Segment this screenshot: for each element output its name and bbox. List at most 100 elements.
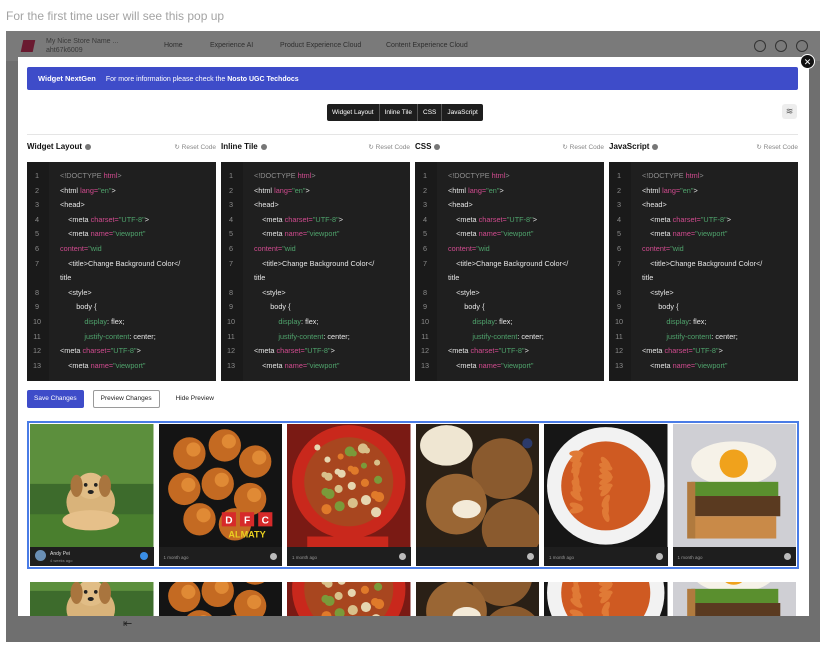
info-icon[interactable] [260,143,267,150]
tab-widget-layout[interactable]: Widget Layout [327,104,380,121]
code-editor[interactable]: 1 <!DOCTYPE html> 2 <html lang="en"> 3 <head>… [221,162,410,381]
code-token: <style> [60,287,92,297]
code-token: title [254,273,266,283]
line-number: 3 [616,200,622,210]
code-token: name= [284,360,308,370]
code-token: lang= [662,185,681,195]
code-editor[interactable]: 1 <!DOCTYPE html> 2 <html lang="en"> 3 <head>… [27,162,216,381]
nav-experience-ai[interactable]: Experience AI [210,42,253,49]
preview-tile[interactable]: D F C ALMATY 1 month ago [158,424,282,566]
code-token: title [60,273,72,283]
preview-tile[interactable] [544,582,668,616]
code-token: "wid [670,244,684,253]
svg-text:F: F [243,515,249,526]
reset-code-button[interactable]: ↻ Reset Code [368,143,410,151]
code-text: display: flex; [254,314,318,329]
code-token: <meta [254,346,277,356]
preview-tile[interactable]: Andy Pei 4 weeks ago [30,424,154,566]
preview-tile[interactable] [287,582,411,616]
tile-image: DFCALMATY [158,582,282,616]
line-number: 13 [614,360,624,370]
preview-tile[interactable] [415,582,539,616]
save-changes-button[interactable]: Save Changes [27,390,84,408]
nav-home[interactable]: Home [164,42,183,49]
code-token: : flex; [301,317,319,326]
reset-icon: ↻ [174,144,182,151]
svg-text:ALMATY: ALMATY [228,530,265,540]
line-number: 11 [227,331,235,341]
store-switcher[interactable]: My Nice Store Name ... aht67k6009 [46,37,118,55]
reset-icon: ↻ [562,144,570,151]
line-number: 12 [226,346,236,356]
preview-tile[interactable]: 1 month ago [544,424,668,566]
code-editor[interactable]: 1 <!DOCTYPE html> 2 <html lang="en"> 3 <head>… [415,162,604,381]
line-number: 11 [615,331,623,341]
code-token: "UTF-8" [304,346,331,356]
line-number: 9 [34,302,40,312]
tab-css[interactable]: CSS [418,104,443,121]
tab-inline-tile[interactable]: Inline Tile [380,104,419,121]
reset-label: Reset Code [181,144,216,151]
user-icon[interactable] [796,40,808,52]
hide-preview-button[interactable]: Hide Preview [169,390,221,408]
preview-tile[interactable] [415,424,539,566]
tile-footer: Andy Pei 4 weeks ago [30,547,154,566]
tab-javascript[interactable]: JavaScript [442,104,482,121]
nav-product-experience-cloud[interactable]: Product Experience Cloud [280,42,361,49]
code-text: display: flex; [642,314,706,329]
close-modal-button[interactable]: ✕ [800,54,815,69]
code-token: name= [284,229,308,239]
instagram-icon [655,553,663,560]
code-token: <head> [254,200,279,210]
line-number: 13 [420,360,430,370]
code-token: "wid [282,244,296,253]
code-text: <meta charset="UTF-8"> [60,212,149,227]
info-banner: Widget NextGen For more information plea… [27,67,798,90]
code-text: <meta name="viewport" [642,358,727,373]
layers-icon[interactable]: ≋ [782,104,797,119]
reset-code-button[interactable]: ↻ Reset Code [174,143,216,151]
code-token: > [311,171,316,180]
tile-image [672,424,796,566]
reset-code-button[interactable]: ↻ Reset Code [562,143,604,151]
techdocs-link[interactable]: Nosto UGC Techdocs [227,76,298,83]
code-token: "wid [476,244,490,253]
line-number: 5 [228,229,234,239]
info-icon[interactable] [85,143,92,150]
nav-content-experience-cloud[interactable]: Content Experience Cloud [386,42,468,49]
preview-tile[interactable]: 1 month ago [672,424,796,566]
code-token: <head> [642,200,667,210]
preview-changes-button[interactable]: Preview Changes [92,390,160,408]
code-token: > [499,185,504,195]
preview-tile[interactable] [30,582,154,616]
reset-code-button[interactable]: ↻ Reset Code [756,143,798,151]
preview-tile[interactable]: DFCALMATY [158,582,282,616]
bell-icon[interactable] [754,40,766,52]
code-token: display [642,317,690,326]
editor-css: CSS ↻ Reset Code 1 <!DOCTYPE html> 2 <html la… [415,142,604,381]
preview-tile[interactable] [672,582,796,616]
tile-image [544,424,668,566]
code-text: <meta charset="UTF-8"> [448,343,529,358]
collapse-sidebar-icon[interactable]: ⇤ [123,617,132,630]
code-text: <meta name="viewport" [448,358,534,373]
info-icon[interactable] [652,143,659,150]
code-token: <meta [448,346,471,356]
code-token: "wid [88,244,102,253]
code-token: html [685,171,700,180]
preview-tile[interactable]: 1 month ago [287,424,411,566]
reset-label: Reset Code [569,144,604,151]
gear-icon[interactable] [775,40,787,52]
line-number: 7 [228,258,234,268]
info-icon[interactable] [434,143,441,150]
line-number: 4 [34,214,40,224]
code-text: <!DOCTYPE html> [60,168,122,183]
code-token: "viewport" [501,360,534,370]
line-number: 8 [228,287,234,297]
editor-title: CSS [415,142,432,151]
code-text: body { [60,299,96,314]
code-editor[interactable]: 1 <!DOCTYPE html> 2 <html lang="en"> 3 <head>… [609,162,798,381]
code-token: name= [90,360,114,370]
code-text: <meta charset="UTF-8"> [60,343,141,358]
code-token: html [103,171,118,180]
